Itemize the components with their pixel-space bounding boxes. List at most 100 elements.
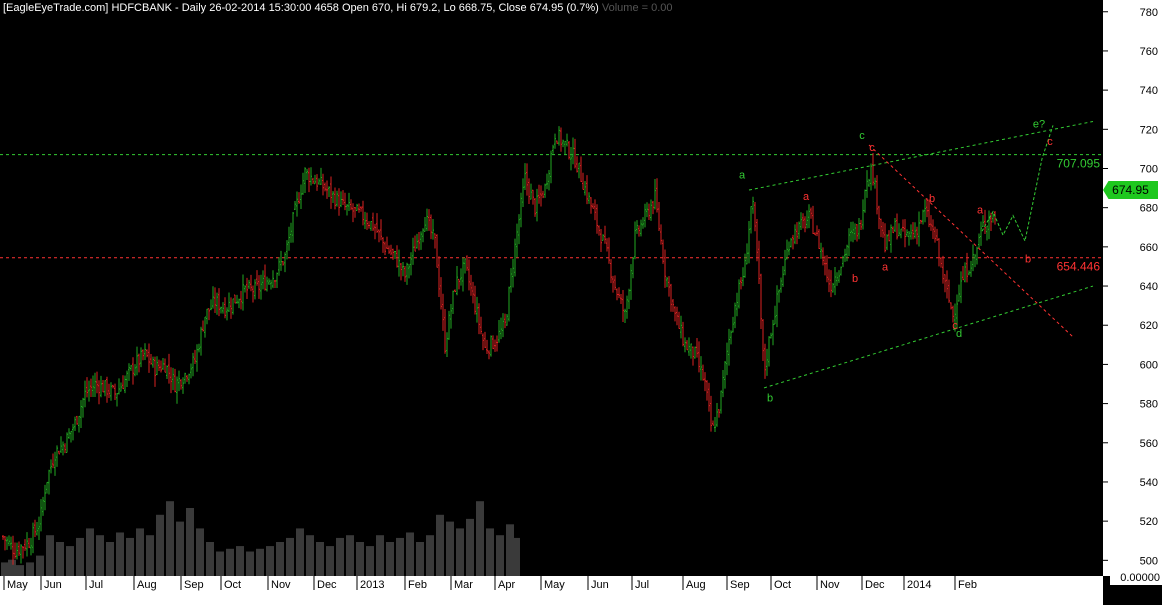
volume-info: Volume = 0.00: [601, 2, 673, 14]
x-tick-label: Nov: [820, 579, 840, 591]
y-tick-label: 580: [1140, 399, 1158, 411]
x-tick-label: Apr: [498, 579, 515, 591]
volume-bar: [246, 551, 254, 576]
x-tick-label: Sep: [730, 579, 750, 591]
x-tick-label: May: [7, 579, 28, 591]
wave-label: b: [767, 393, 773, 405]
x-tick-label: Jun: [44, 579, 62, 591]
x-tick-label: Jul: [635, 579, 649, 591]
volume-bar: [296, 528, 304, 576]
x-tick-label: Oct: [224, 579, 241, 591]
wave-label: c: [1047, 136, 1053, 148]
x-tick-label: Feb: [408, 579, 427, 591]
volume-bar: [416, 542, 424, 576]
wave-label: e?: [1033, 118, 1045, 130]
y-tick-label: 560: [1140, 438, 1158, 450]
volume-axis-label: 0.00000: [1110, 571, 1162, 585]
volume-bar: [86, 528, 94, 576]
volume-bar: [276, 542, 284, 576]
x-tick-label: Jul: [89, 579, 103, 591]
volume-bar: [166, 501, 174, 576]
y-tick-label: 740: [1140, 85, 1158, 97]
volume-bar: [136, 528, 144, 576]
volume-bar: [326, 546, 334, 576]
volume-bar: [456, 528, 464, 576]
x-tick-label: Jun: [591, 579, 609, 591]
volume-bar: [396, 537, 404, 576]
price-chart[interactable]: 707.095654.446 abcde?abcabcabc 500520540…: [0, 0, 1162, 605]
x-tick-label: May: [544, 579, 565, 591]
volume-bar: [512, 537, 520, 576]
source-label: [EagleEyeTrade.com]: [3, 2, 109, 14]
volume-bar: [106, 542, 114, 576]
volume-bar: [156, 514, 164, 576]
volume-bar: [356, 542, 364, 576]
y-tick-label: 500: [1140, 555, 1158, 567]
y-tick-label: 700: [1140, 163, 1158, 175]
volume-bar: [336, 537, 344, 576]
wave-label: c: [952, 320, 958, 332]
x-tick-label: Aug: [686, 579, 706, 591]
volume-bar: [286, 537, 294, 576]
plot-background: [0, 0, 1103, 576]
volume-bar: [176, 521, 184, 576]
symbol-label: HDFCBANK: [111, 2, 172, 14]
y-tick-label: 640: [1140, 281, 1158, 293]
volume-bar: [406, 532, 414, 576]
x-tick-label: Sep: [184, 579, 204, 591]
y-tick-label: 780: [1140, 7, 1158, 19]
x-tick-label: 2014: [907, 579, 931, 591]
x-tick-label: Mar: [454, 579, 473, 591]
y-tick-label: 760: [1140, 46, 1158, 58]
wave-label: b: [929, 193, 935, 205]
y-tick-label: 680: [1140, 203, 1158, 215]
wave-label: a: [977, 205, 984, 217]
x-tick-label: Dec: [317, 579, 337, 591]
wave-label: a: [882, 261, 889, 273]
volume-bar: [386, 542, 394, 576]
level-label: 654.446: [1057, 260, 1101, 274]
volume-bar: [436, 514, 444, 576]
volume-bar: [146, 535, 154, 576]
volume-bar: [16, 565, 24, 576]
x-tick-label: Nov: [271, 579, 291, 591]
x-tick-label: Aug: [137, 579, 157, 591]
volume-bar: [1, 562, 9, 576]
volume-bar: [66, 546, 74, 576]
y-tick-label: 540: [1140, 477, 1158, 489]
last-price-badge: 674.95: [1103, 181, 1158, 199]
volume-bar: [126, 537, 134, 576]
wave-label: a: [739, 169, 746, 181]
ohlc-info: - Daily 26-02-2014 15:30:00 4658 Open 67…: [175, 2, 599, 14]
x-tick-label: Feb: [958, 579, 977, 591]
volume-bar: [8, 559, 16, 576]
x-tick-label: 2013: [360, 579, 384, 591]
y-tick-label: 620: [1140, 320, 1158, 332]
wave-label: a: [803, 191, 810, 203]
volume-bar: [26, 562, 34, 576]
volume-bar: [346, 535, 354, 576]
wave-label: c: [859, 130, 865, 142]
volume-bar: [206, 542, 214, 576]
volume-bar: [316, 542, 324, 576]
wave-label: b: [852, 273, 858, 285]
volume-bar: [56, 542, 64, 576]
y-tick-label: 720: [1140, 124, 1158, 136]
x-tick-label: Oct: [774, 579, 791, 591]
volume-bar: [216, 551, 224, 576]
volume-bar: [376, 535, 384, 576]
volume-bar: [446, 521, 454, 576]
level-label: 707.095: [1057, 157, 1101, 171]
volume-bar: [236, 546, 244, 576]
volume-bar: [76, 537, 84, 576]
volume-bar: [96, 535, 104, 576]
volume-bar: [486, 528, 494, 576]
wave-label: c: [869, 142, 875, 154]
x-tick-label: Dec: [865, 579, 885, 591]
y-tick-label: 600: [1140, 359, 1158, 371]
volume-bar: [256, 548, 264, 576]
volume-bar: [496, 535, 504, 576]
volume-bar: [266, 546, 274, 576]
volume-bar: [426, 535, 434, 576]
volume-bar: [366, 546, 374, 576]
